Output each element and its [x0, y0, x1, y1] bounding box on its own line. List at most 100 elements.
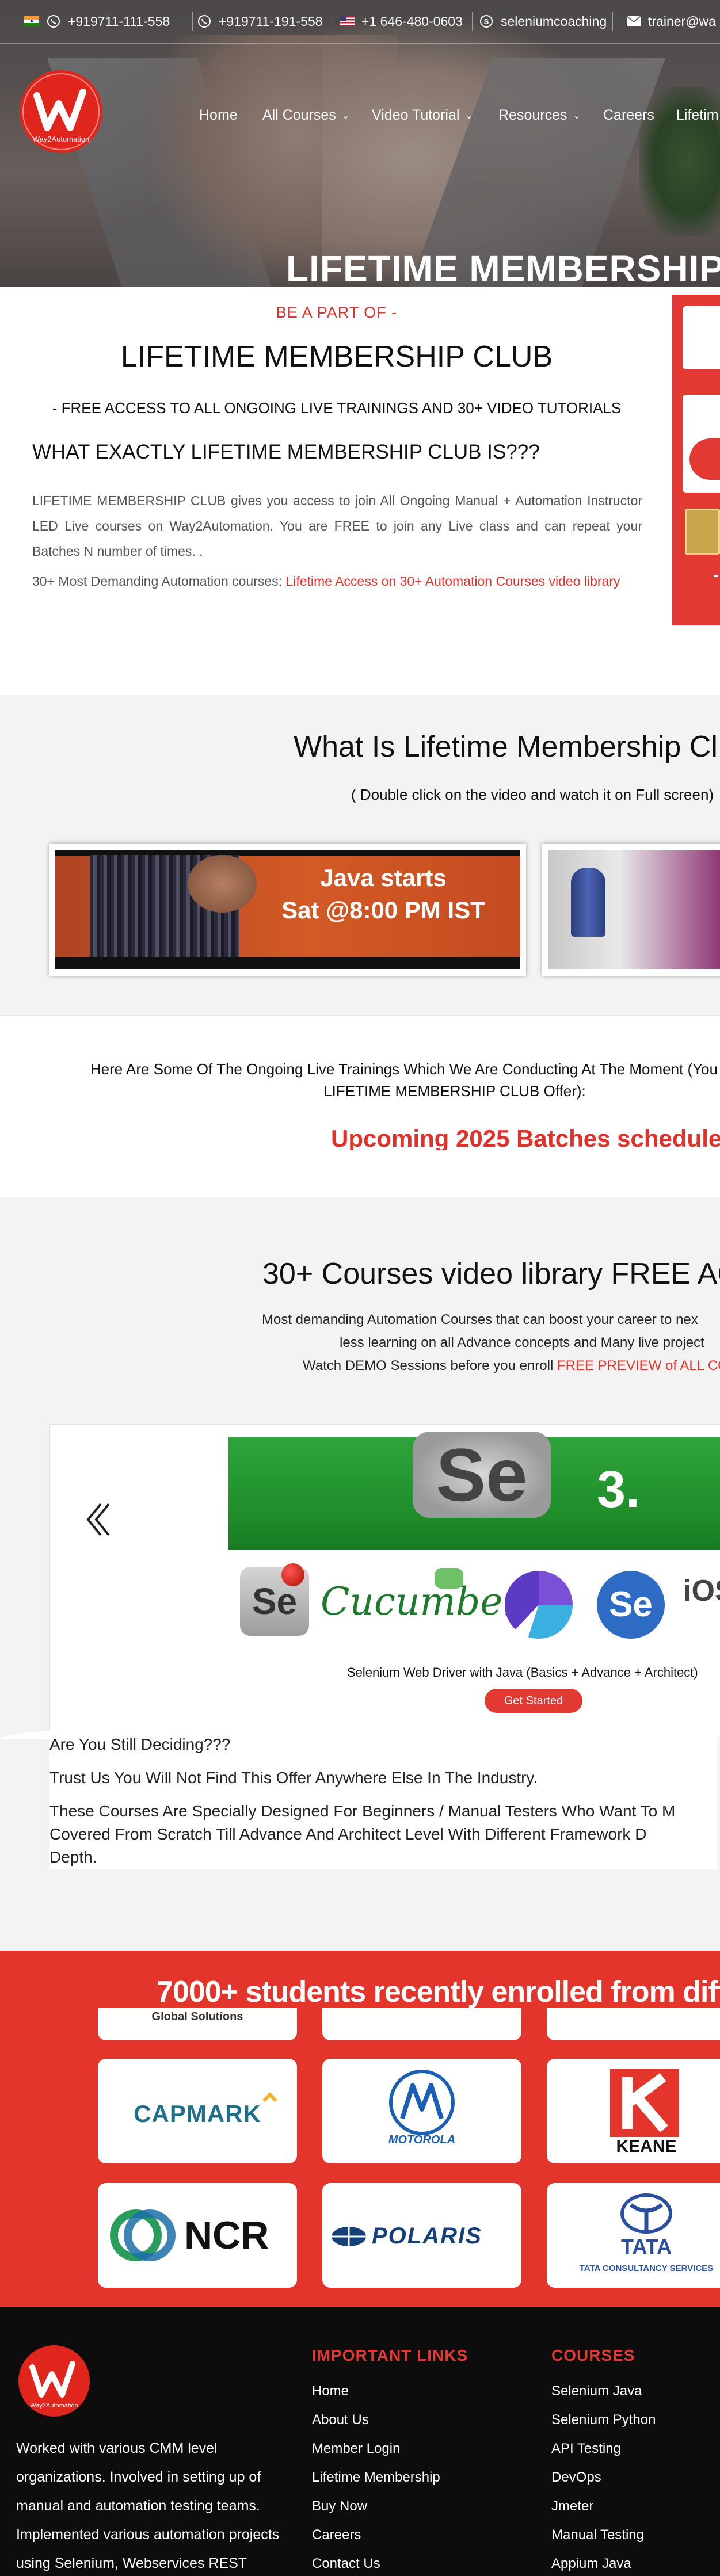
- video-presenter-head: [188, 855, 257, 913]
- selenium-logo: Se: [413, 1432, 551, 1518]
- still-deciding-block: Are You Still Deciding??? Trust Us You W…: [49, 1733, 717, 1869]
- phone-number: +919711-191-558: [219, 13, 323, 29]
- topbar-divider: [612, 12, 613, 31]
- motorola-icon: [389, 2070, 455, 2135]
- keane-k-icon: [610, 2069, 679, 2137]
- footer-link-buy-now[interactable]: Buy Now: [312, 2498, 367, 2514]
- intro-section: BE A PART OF - LIFETIME MEMBERSHIP CLUB …: [0, 287, 720, 695]
- whatsapp-icon: [46, 14, 61, 29]
- phone-number: +1 646-480-0603: [361, 13, 463, 29]
- footer-logo[interactable]: Way2Automation: [16, 2343, 92, 2419]
- be-a-part-label: BE A PART OF -: [276, 304, 398, 321]
- contact-phone-india-1[interactable]: +919711-111-558: [24, 14, 170, 29]
- client-logo-card: Global Solutions: [98, 2008, 297, 2040]
- client-logo-card: [547, 2008, 720, 2040]
- contact-skype[interactable]: S seleniumcoaching: [479, 14, 607, 29]
- lifetime-access-link[interactable]: Lifetime Access on 30+ Automation Course…: [285, 574, 620, 589]
- courses-paragraph-text: 30+ Most Demanding Automation courses:: [32, 574, 286, 589]
- nav-home[interactable]: Home: [199, 107, 238, 124]
- clients-title: 7000+ students recently enrolled from di…: [157, 1975, 720, 2009]
- tool-logos-strip: Se Cucumber Se iOS: [228, 1556, 720, 1653]
- client-logo-keane: KEANE: [547, 2059, 720, 2163]
- footer-logo-text: Way2Automation: [30, 2402, 78, 2409]
- cucumber-bubble-icon: [435, 1568, 463, 1589]
- course-slide-image[interactable]: Se 3. Se Cucumber Se iOS: [228, 1432, 720, 1653]
- footer-link-about-us[interactable]: About Us: [312, 2412, 369, 2428]
- skype-icon: S: [479, 14, 494, 29]
- chevron-down-icon: ⌄: [465, 110, 473, 121]
- contact-email[interactable]: trainer@wa: [626, 14, 716, 29]
- slide-caption: Selenium Web Driver with Java (Basics + …: [347, 1665, 698, 1680]
- email-address: trainer@wa: [648, 13, 716, 29]
- library-description-3: Watch DEMO Sessions before you enroll FR…: [303, 1358, 720, 1374]
- intro-paragraph: LIFETIME MEMBERSHIP CLUB gives you acces…: [32, 493, 642, 559]
- get-started-button[interactable]: Get Started: [485, 1689, 582, 1713]
- nav-label: Lifetim: [676, 107, 719, 123]
- footer-link-member-login[interactable]: Member Login: [312, 2441, 400, 2457]
- client-logo-card: [322, 2008, 521, 2040]
- video-thumbnail-text: Java starts Sat @8:00 PM IST: [262, 862, 504, 926]
- contact-phone-india-2[interactable]: +919711-191-558: [197, 14, 323, 29]
- footer-link-careers[interactable]: Careers: [312, 2527, 361, 2543]
- nav-label: Video Tutorial: [372, 107, 460, 123]
- trust-us-text: Trust Us You Will Not Find This Offer An…: [49, 1769, 538, 1787]
- ongoing-text-line-1: Here Are Some Of The Ongoing Live Traini…: [90, 1060, 720, 1078]
- client-logo-tcs: TATA TATA CONSULTANCY SERVICES: [547, 2183, 720, 2288]
- courses-heading: COURSES: [551, 2346, 635, 2364]
- footer-course-selenium-python[interactable]: Selenium Python: [551, 2412, 656, 2428]
- slider-prev-arrow-icon[interactable]: [85, 1499, 113, 1545]
- contact-phone-us[interactable]: +1 646-480-0603: [340, 14, 463, 29]
- footer-course-appium-java[interactable]: Appium Java: [551, 2556, 631, 2572]
- video-presenter: [90, 855, 257, 957]
- video-player-2[interactable]: [542, 844, 720, 976]
- footer-link-home[interactable]: Home: [312, 2383, 349, 2399]
- tcs-logo-text: TATA CONSULTANCY SERVICES: [579, 2264, 714, 2273]
- footer-course-selenium-java[interactable]: Selenium Java: [551, 2383, 642, 2399]
- hero-title: LIFETIME MEMBERSHIP CL: [286, 248, 720, 287]
- phone-number: +919711-111-558: [68, 13, 170, 29]
- nav-video-tutorial[interactable]: Video Tutorial ⌄: [372, 107, 473, 124]
- footer-link-contact-us[interactable]: Contact Us: [312, 2556, 380, 2572]
- footer-course-devops[interactable]: DevOps: [551, 2470, 601, 2486]
- client-name-partial: Global Solutions: [151, 2010, 243, 2023]
- ongoing-text-line-2: LIFETIME MEMBERSHIP CLUB Offer):: [323, 1082, 586, 1100]
- courses-paragraph: 30+ Most Demanding Automation courses: L…: [32, 568, 642, 594]
- svg-text:S: S: [484, 17, 489, 26]
- video-frame: Java starts Sat @8:00 PM IST: [55, 850, 520, 969]
- framework-logo: [505, 1571, 573, 1639]
- nav-careers[interactable]: Careers: [603, 107, 654, 124]
- video-frame: [548, 850, 720, 969]
- nav-all-courses[interactable]: All Courses ⌄: [262, 107, 349, 124]
- courses-designed-text-1: These Courses Are Specially Designed For…: [49, 1802, 676, 1820]
- footer-course-jmeter[interactable]: Jmeter: [551, 2498, 593, 2514]
- ongoing-trainings-text: Here Are Some Of The Ongoing Live Traini…: [58, 1058, 720, 1102]
- still-deciding-heading: Are You Still Deciding???: [49, 1735, 231, 1753]
- client-logo-motorola: MOTOROLA: [322, 2059, 521, 2163]
- video-section-subtitle: ( Double click on the video and watch it…: [351, 786, 714, 803]
- footer-course-manual-testing[interactable]: Manual Testing: [551, 2527, 644, 2543]
- footer-course-api-testing[interactable]: API Testing: [551, 2441, 621, 2457]
- tata-logo: TATA: [621, 2235, 672, 2258]
- ios-logo: iOS: [683, 1574, 720, 1608]
- site-footer: Way2Automation Worked with various CMM l…: [0, 2307, 720, 2576]
- demo-sessions-text: Watch DEMO Sessions before you enroll: [303, 1358, 557, 1373]
- clients-section: Global Solutions 7000+ students recently…: [0, 1951, 720, 2307]
- whatsapp-icon: [197, 14, 212, 29]
- nav-resources[interactable]: Resources ⌄: [498, 107, 581, 124]
- site-logo[interactable]: Way2Automation: [17, 68, 105, 155]
- footer-link-lifetime-membership[interactable]: Lifetime Membership: [312, 2470, 440, 2486]
- polaris-icon: [332, 2227, 366, 2246]
- side-panel-form-field[interactable]: [683, 306, 720, 369]
- free-preview-link[interactable]: FREE PREVIEW of ALL CO: [557, 1358, 720, 1373]
- video-section: What Is Lifetime Membership Cl ( Double …: [0, 695, 720, 1015]
- topbar-divider: [192, 12, 193, 31]
- courses-designed-text-3: Depth.: [49, 1848, 97, 1866]
- video-player[interactable]: Java starts Sat @8:00 PM IST: [49, 844, 526, 976]
- client-logo-ncr: NCR: [98, 2183, 297, 2288]
- nav-lifetime-membership[interactable]: Lifetim: [676, 107, 719, 124]
- ongoing-trainings-section: Here Are Some Of The Ongoing Live Traini…: [0, 1015, 720, 1197]
- nav-label: Careers: [603, 107, 654, 123]
- envelope-icon: [626, 14, 641, 29]
- tata-icon: [620, 2193, 672, 2234]
- logo-text: Way2Automation: [33, 135, 90, 143]
